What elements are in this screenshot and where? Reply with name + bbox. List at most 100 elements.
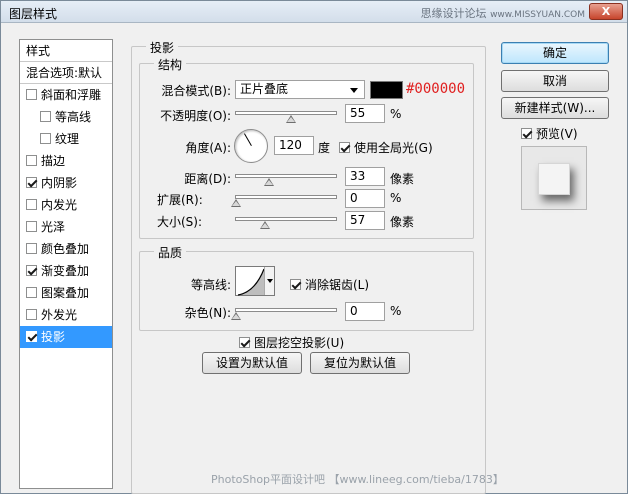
- preview-check-icon[interactable]: [521, 128, 532, 139]
- angle-dial[interactable]: [234, 129, 268, 163]
- style-item-contour[interactable]: 等高线: [20, 106, 112, 128]
- stroke-check-icon[interactable]: [26, 155, 37, 166]
- style-item-label: 等高线: [55, 110, 92, 124]
- distance-slider[interactable]: [235, 174, 337, 186]
- style-item-label: 外发光: [41, 308, 78, 322]
- drop-shadow-title: 投影: [146, 39, 179, 56]
- preview-checkbox[interactable]: 预览(V): [521, 125, 578, 142]
- style-item-inner-glow[interactable]: 内发光: [20, 194, 112, 216]
- angle-input[interactable]: 120: [274, 136, 314, 155]
- blend-mode-select[interactable]: 正片叠底: [235, 80, 365, 99]
- style-item-label: 纹理: [55, 132, 80, 146]
- inner-glow-check-icon[interactable]: [26, 199, 37, 210]
- blend-mode-label: 混合模式(B):: [161, 84, 231, 98]
- angle-dial-hand: [244, 133, 252, 146]
- blend-mode-value: 正片叠底: [240, 82, 289, 96]
- style-item-outer-glow[interactable]: 外发光: [20, 304, 112, 326]
- style-list: 样式 混合选项:默认 斜面和浮雕等高线纹理描边内阴影内发光光泽颜色叠加渐变叠加图…: [19, 39, 113, 489]
- global-light-checkbox[interactable]: 使用全局光(G): [339, 139, 433, 156]
- distance-input[interactable]: 33: [345, 167, 385, 186]
- close-button[interactable]: X: [589, 3, 623, 20]
- contour-picker[interactable]: [235, 266, 275, 296]
- noise-slider[interactable]: [231, 308, 337, 320]
- spread-slider-thumb[interactable]: [231, 199, 241, 207]
- shadow-color-swatch[interactable]: [370, 81, 403, 99]
- style-item-label: 投影: [41, 330, 66, 344]
- texture-check-icon[interactable]: [40, 133, 51, 144]
- global-light-check-icon[interactable]: [339, 142, 350, 153]
- set-default-button[interactable]: 设置为默认值: [202, 352, 302, 374]
- size-input[interactable]: 57: [345, 211, 385, 230]
- knockout-checkbox[interactable]: 图层挖空投影(U): [239, 334, 344, 351]
- quality-title: 品质: [154, 244, 187, 261]
- bevel-emboss-check-icon[interactable]: [26, 89, 37, 100]
- noise-input[interactable]: 0: [345, 302, 385, 321]
- inner-shadow-check-icon[interactable]: [26, 177, 37, 188]
- style-item-label: 内发光: [41, 198, 78, 212]
- noise-slider-thumb[interactable]: [231, 312, 241, 320]
- spread-input[interactable]: 0: [345, 189, 385, 208]
- preview-square: [538, 163, 570, 195]
- angle-label: 角度(A):: [185, 141, 231, 155]
- structure-title: 结构: [154, 56, 187, 73]
- spread-unit: %: [390, 191, 402, 205]
- style-item-texture[interactable]: 纹理: [20, 128, 112, 150]
- size-slider-thumb[interactable]: [259, 221, 270, 229]
- knockout-check-icon[interactable]: [239, 337, 250, 348]
- gradient-overlay-check-icon[interactable]: [26, 265, 37, 276]
- style-item-gradient-overlay[interactable]: 渐变叠加: [20, 260, 112, 282]
- style-item-label: 斜面和浮雕: [41, 88, 102, 102]
- window-title: 图层样式: [9, 7, 58, 21]
- style-item-label: 图案叠加: [41, 286, 90, 300]
- opacity-label: 不透明度(O):: [160, 109, 231, 123]
- style-item-label: 光泽: [41, 220, 66, 234]
- color-hex-label: #000000: [406, 81, 466, 97]
- style-item-pattern-overlay[interactable]: 图案叠加: [20, 282, 112, 304]
- style-item-satin[interactable]: 光泽: [20, 216, 112, 238]
- style-item-drop-shadow[interactable]: 投影: [20, 326, 112, 348]
- style-list-header[interactable]: 样式: [20, 40, 112, 62]
- title-bar: 图层样式 思缘设计论坛 www.MISSYUAN.COM X: [1, 1, 627, 23]
- watermark-top: 思缘设计论坛 www.MISSYUAN.COM: [420, 7, 585, 20]
- anti-alias-checkbox[interactable]: 消除锯齿(L): [290, 276, 369, 293]
- cancel-button[interactable]: 取消: [501, 70, 609, 92]
- anti-alias-check-icon[interactable]: [290, 279, 301, 290]
- noise-unit: %: [390, 304, 402, 318]
- size-unit: 像素: [390, 215, 415, 229]
- style-item-stroke[interactable]: 描边: [20, 150, 112, 172]
- new-style-button[interactable]: 新建样式(W)...: [501, 97, 609, 119]
- style-item-label: 描边: [41, 154, 66, 168]
- contour-label: 等高线:: [190, 278, 231, 292]
- distance-slider-thumb[interactable]: [264, 178, 274, 186]
- opacity-slider[interactable]: [235, 111, 337, 123]
- drop-shadow-check-icon[interactable]: [26, 331, 37, 342]
- style-item-color-overlay[interactable]: 颜色叠加: [20, 238, 112, 260]
- chevron-down-icon: [350, 88, 358, 93]
- opacity-unit: %: [390, 107, 402, 121]
- style-item-label: 渐变叠加: [41, 264, 90, 278]
- angle-unit: 度: [318, 141, 331, 155]
- noise-label: 杂色(N):: [184, 306, 231, 320]
- size-slider[interactable]: [235, 217, 337, 229]
- style-item-inner-shadow[interactable]: 内阴影: [20, 172, 112, 194]
- footer-watermark: PhotoShop平面设计吧 【www.lineeg.com/tieba/178…: [211, 473, 504, 486]
- distance-unit: 像素: [390, 172, 415, 186]
- contour-dropdown-icon[interactable]: [264, 267, 274, 295]
- spread-slider[interactable]: [231, 195, 337, 207]
- spread-label: 扩展(R):: [157, 193, 203, 207]
- style-item-bevel-emboss[interactable]: 斜面和浮雕: [20, 84, 112, 106]
- layer-style-dialog: 图层样式 思缘设计论坛 www.MISSYUAN.COM X 样式 混合选项:默…: [0, 0, 628, 494]
- outer-glow-check-icon[interactable]: [26, 309, 37, 320]
- ok-button[interactable]: 确定: [501, 42, 609, 64]
- satin-check-icon[interactable]: [26, 221, 37, 232]
- pattern-overlay-check-icon[interactable]: [26, 287, 37, 298]
- opacity-slider-thumb[interactable]: [286, 115, 296, 123]
- opacity-input[interactable]: 55: [345, 104, 385, 123]
- contour-curve-icon: [237, 268, 265, 296]
- distance-label: 距离(D):: [184, 172, 231, 186]
- blend-options-item[interactable]: 混合选项:默认: [20, 62, 112, 84]
- reset-default-button[interactable]: 复位为默认值: [310, 352, 410, 374]
- size-label: 大小(S):: [157, 215, 203, 229]
- color-overlay-check-icon[interactable]: [26, 243, 37, 254]
- contour-check-icon[interactable]: [40, 111, 51, 122]
